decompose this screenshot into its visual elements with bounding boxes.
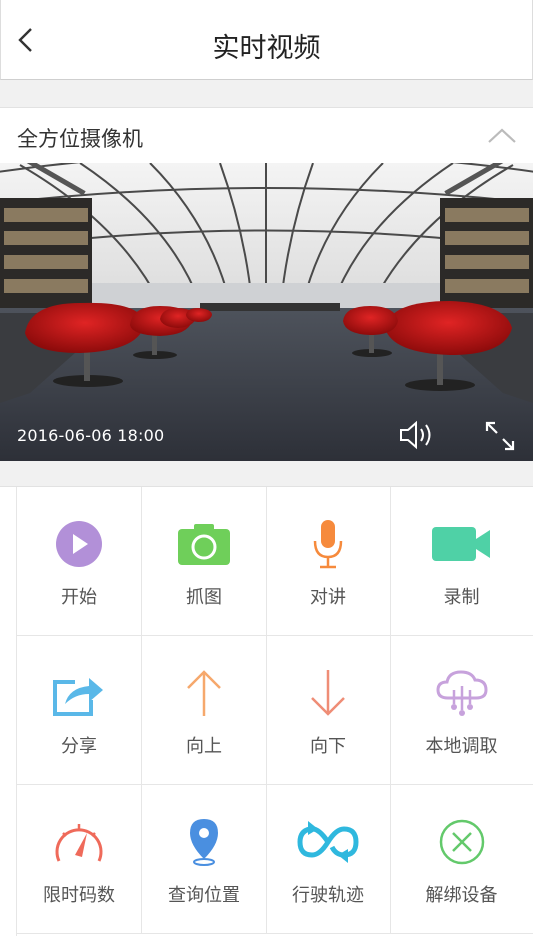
top-bar: 实时视频 [0, 0, 533, 80]
record-label: 录制 [443, 587, 480, 608]
local-retrieve-label: 本地调取 [425, 736, 498, 757]
speedometer-icon [55, 824, 103, 862]
up-label: 向上 [186, 736, 222, 757]
video-frame [0, 163, 533, 461]
share-button[interactable]: 分享 [17, 636, 142, 785]
loop-icon [297, 821, 359, 863]
track-button[interactable]: 行驶轨迹 [266, 785, 391, 934]
video-player[interactable] [0, 163, 533, 461]
capture-button[interactable]: 抓图 [142, 487, 267, 636]
down-button[interactable]: 向下 [266, 636, 391, 785]
arrow-up-icon [187, 670, 221, 716]
arrow-down-icon [311, 670, 345, 716]
locate-label: 查询位置 [168, 885, 240, 906]
share-icon [53, 678, 103, 716]
expand-icon[interactable] [484, 420, 516, 452]
unbind-icon [439, 819, 484, 865]
unbind-button[interactable]: 解绑设备 [390, 785, 533, 934]
up-button[interactable]: 向上 [142, 636, 267, 785]
local-retrieve-button[interactable]: 本地调取 [390, 636, 533, 785]
record-button[interactable]: 录制 [390, 487, 533, 636]
down-label: 向下 [310, 736, 346, 757]
microphone-icon [313, 520, 343, 569]
speed-limit-label: 限时码数 [43, 885, 115, 906]
video-timestamp: 2016-06-06 18:00 [17, 426, 165, 445]
video-camera-icon [431, 527, 490, 561]
locate-button[interactable]: 查询位置 [142, 785, 267, 934]
start-button[interactable]: 开始 [17, 487, 142, 636]
action-grid: 开始 抓图 对讲 录制 分享 向上 向下 本地调取 限时码数 查询位置 行驶轨迹… [0, 486, 533, 936]
page-title: 实时视频 [212, 33, 321, 64]
location-pin-icon [190, 819, 218, 866]
intercom-label: 对讲 [310, 587, 346, 608]
play-icon [56, 521, 102, 567]
cloud-icon [435, 670, 488, 716]
camera-section-header[interactable]: 全方位摄像机 [0, 107, 533, 163]
camera-section-title: 全方位摄像机 [17, 127, 143, 151]
unbind-label: 解绑设备 [425, 885, 498, 906]
share-label: 分享 [61, 736, 97, 757]
camera-icon [178, 524, 230, 565]
start-label: 开始 [61, 587, 97, 608]
capture-label: 抓图 [186, 587, 222, 608]
intercom-button[interactable]: 对讲 [266, 487, 391, 636]
grid-left-margin [0, 487, 17, 936]
chevron-up-icon[interactable] [487, 126, 517, 146]
speed-limit-button[interactable]: 限时码数 [17, 785, 142, 934]
speaker-icon[interactable] [398, 418, 436, 452]
track-label: 行驶轨迹 [292, 885, 364, 906]
